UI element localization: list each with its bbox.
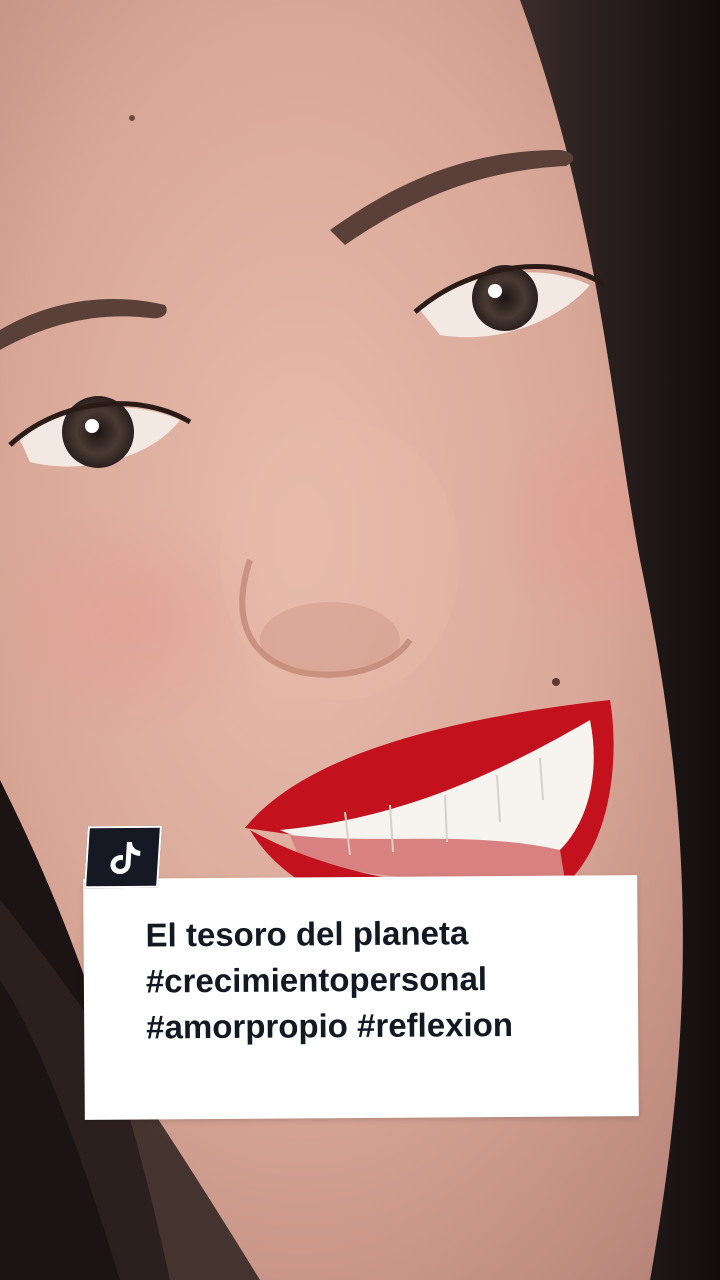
tiktok-logo-icon bbox=[110, 841, 141, 875]
tiktok-badge bbox=[84, 825, 162, 889]
caption-card: El tesoro del planeta #crecimientoperson… bbox=[83, 875, 639, 1120]
hashtags-amorpropio-reflexion[interactable]: #amorpropio #reflexion bbox=[146, 1001, 626, 1050]
video-caption: El tesoro del planeta #crecimientoperson… bbox=[145, 909, 626, 1050]
caption-title: El tesoro del planeta bbox=[145, 914, 469, 954]
hashtag-crecimientopersonal[interactable]: #crecimientopersonal bbox=[146, 955, 626, 1004]
